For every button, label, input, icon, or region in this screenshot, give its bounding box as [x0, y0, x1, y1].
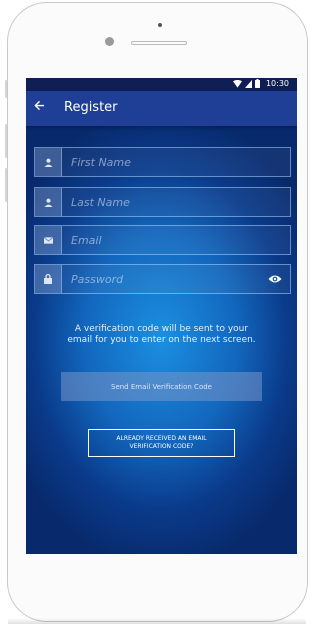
front-camera [105, 37, 114, 46]
lock-icon [44, 274, 52, 284]
field-icon-box [35, 148, 62, 176]
verification-info-text: A verification code will be sent to your… [67, 324, 256, 345]
back-button[interactable] [34, 99, 45, 115]
first-name-input[interactable] [71, 148, 276, 176]
earpiece-speaker [131, 41, 187, 45]
app-screen: 10:30 Register First Name Last Name Emai… [26, 78, 297, 554]
phone-volume-down-button [5, 168, 7, 202]
send-verification-code-button[interactable]: Send Email Verification Code [61, 372, 262, 401]
app-bar: Register [26, 91, 297, 126]
field-icon-box [35, 265, 62, 293]
password-input[interactable] [71, 265, 276, 293]
signal-icon [244, 79, 252, 88]
proximity-sensor [158, 23, 162, 27]
field-icon-box [35, 226, 62, 254]
status-bar: 10:30 [26, 78, 297, 91]
password-field-container [34, 264, 291, 294]
eye-icon[interactable] [268, 273, 282, 285]
phone-side-button [5, 80, 7, 98]
person-icon [43, 158, 53, 167]
field-icon-box [35, 188, 62, 216]
wifi-icon [232, 79, 242, 88]
first-name-field-container [34, 147, 291, 177]
phone-volume-up-button [5, 124, 7, 158]
person-icon [43, 198, 53, 207]
already-received-code-button[interactable]: ALREADY RECEIVED AN EMAIL VERIFICATION C… [88, 429, 235, 457]
battery-icon [254, 79, 260, 88]
email-field-container [34, 225, 291, 255]
page-title: Register [64, 100, 118, 115]
arrow-left-icon [34, 100, 45, 111]
last-name-field-container [34, 187, 291, 217]
envelope-icon [43, 236, 53, 244]
last-name-input[interactable] [71, 188, 276, 216]
phone-shadow [8, 618, 306, 624]
email-input[interactable] [71, 226, 276, 254]
status-time: 10:30 [265, 79, 289, 88]
